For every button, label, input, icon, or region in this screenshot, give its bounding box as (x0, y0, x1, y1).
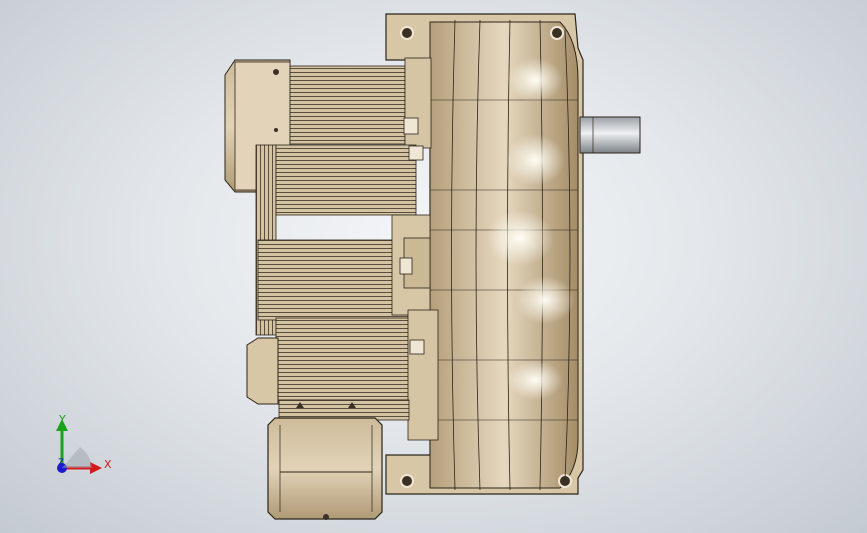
output-shaft (579, 116, 641, 154)
motor-assembly (224, 57, 439, 520)
gear-motor-model[interactable] (0, 0, 867, 533)
mount-hole-icon (550, 26, 564, 40)
mount-hole-icon (400, 474, 414, 488)
coordinate-triad (40, 405, 130, 485)
z-axis-label: Z (58, 458, 65, 468)
y-axis-label: Y (59, 413, 66, 426)
graphics-viewport[interactable]: Y X Z (0, 0, 867, 533)
x-axis-label: X (104, 458, 112, 471)
mount-hole-icon (400, 26, 414, 40)
